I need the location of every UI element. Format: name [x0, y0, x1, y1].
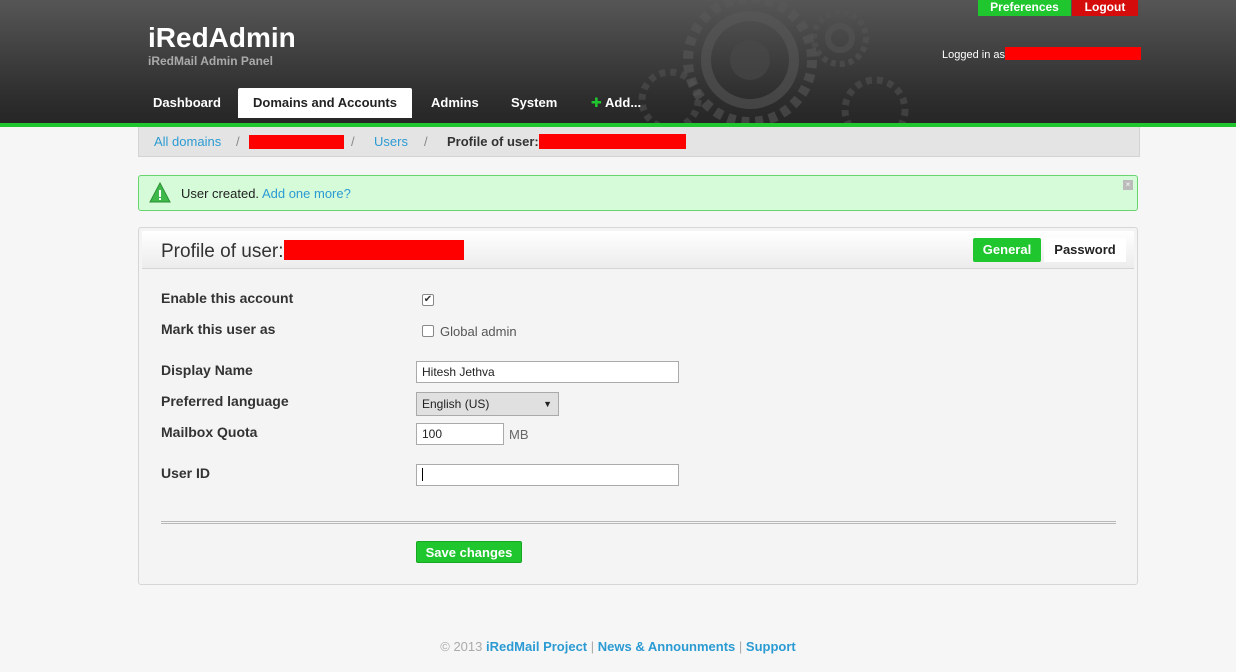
- nav-dashboard[interactable]: Dashboard: [138, 88, 236, 118]
- footer-copyright: © 2013: [440, 639, 483, 654]
- redacted-user-email: [538, 134, 686, 149]
- redacted-username: [1005, 47, 1141, 60]
- user-id-label: User ID: [161, 465, 211, 481]
- enable-account-label: Enable this account: [161, 290, 294, 306]
- panel-header: Profile of user: General Password: [142, 231, 1134, 269]
- footer-separator: |: [590, 639, 595, 654]
- mark-user-label: Mark this user as: [161, 321, 276, 337]
- mailbox-quota-label: Mailbox Quota: [161, 424, 258, 440]
- add-one-more-link[interactable]: Add one more?: [262, 186, 351, 201]
- breadcrumb: All domains / / Users / Profile of user:: [138, 127, 1140, 157]
- nav-domains-and-accounts[interactable]: Domains and Accounts: [238, 88, 412, 118]
- save-changes-button[interactable]: Save changes: [416, 541, 522, 563]
- panel-title: Profile of user:: [161, 240, 464, 263]
- logged-in-info: Logged in as: [942, 47, 1141, 61]
- breadcrumb-separator: /: [424, 134, 428, 149]
- notice-text: User created.: [181, 186, 260, 201]
- tab-password[interactable]: Password: [1044, 238, 1126, 262]
- redacted-domain-link[interactable]: [249, 135, 344, 149]
- nav-system[interactable]: System: [496, 88, 572, 118]
- breadcrumb-current-label: Profile of user:: [447, 134, 539, 149]
- breadcrumb-users[interactable]: Users: [374, 134, 408, 149]
- footer-project-link[interactable]: iRedMail Project: [486, 639, 587, 654]
- footer-support-link[interactable]: Support: [746, 639, 796, 654]
- breadcrumb-current: Profile of user:: [447, 134, 686, 149]
- success-icon: [149, 182, 171, 203]
- preferred-language-select[interactable]: English (US) ▼: [416, 392, 559, 416]
- nav-admins[interactable]: Admins: [416, 88, 494, 118]
- mailbox-quota-unit: MB: [509, 427, 529, 442]
- breadcrumb-separator: /: [351, 134, 355, 149]
- enable-account-checkbox[interactable]: ✔: [422, 294, 434, 306]
- close-icon[interactable]: ×: [1123, 180, 1133, 190]
- success-notice: User created. Add one more? ×: [138, 175, 1138, 211]
- notice-message: User created. Add one more?: [181, 186, 351, 201]
- breadcrumb-separator: /: [236, 134, 240, 149]
- form-divider: [161, 521, 1116, 524]
- gears-decoration: [638, 0, 909, 124]
- profile-panel: Profile of user: General Password Enable…: [138, 227, 1138, 585]
- preferred-language-label: Preferred language: [161, 393, 289, 409]
- display-name-input[interactable]: Hitesh Jethva: [416, 361, 679, 383]
- panel-title-label: Profile of user:: [161, 241, 284, 262]
- user-id-input[interactable]: [416, 464, 679, 486]
- logged-in-label: Logged in as: [942, 49, 1005, 61]
- nav-add[interactable]: ✚ Add...: [576, 88, 656, 118]
- preferences-button[interactable]: Preferences: [978, 0, 1071, 16]
- logout-button[interactable]: Logout: [1072, 0, 1138, 16]
- preferred-language-value: English (US): [422, 397, 490, 411]
- global-admin-checkbox[interactable]: [422, 325, 434, 337]
- global-admin-label: Global admin: [440, 324, 517, 339]
- text-cursor: [422, 468, 423, 481]
- nav-add-label: Add...: [605, 95, 642, 110]
- app-tagline: iRedMail Admin Panel: [148, 54, 273, 68]
- tab-general[interactable]: General: [973, 238, 1041, 262]
- redacted-user-email: [283, 240, 464, 260]
- display-name-label: Display Name: [161, 362, 253, 378]
- plus-icon: ✚: [591, 95, 602, 110]
- breadcrumb-all-domains[interactable]: All domains: [154, 134, 221, 149]
- dropdown-arrow-icon: ▼: [543, 399, 552, 409]
- mailbox-quota-input[interactable]: 100: [416, 423, 504, 445]
- header: iRedAdmin iRedMail Admin Panel Preferenc…: [0, 0, 1236, 124]
- app-title: iRedAdmin: [148, 22, 296, 53]
- footer-news-link[interactable]: News & Announments: [598, 639, 735, 654]
- footer-separator: |: [738, 639, 743, 654]
- footer: © 2013 iRedMail Project | News & Announm…: [0, 639, 1236, 654]
